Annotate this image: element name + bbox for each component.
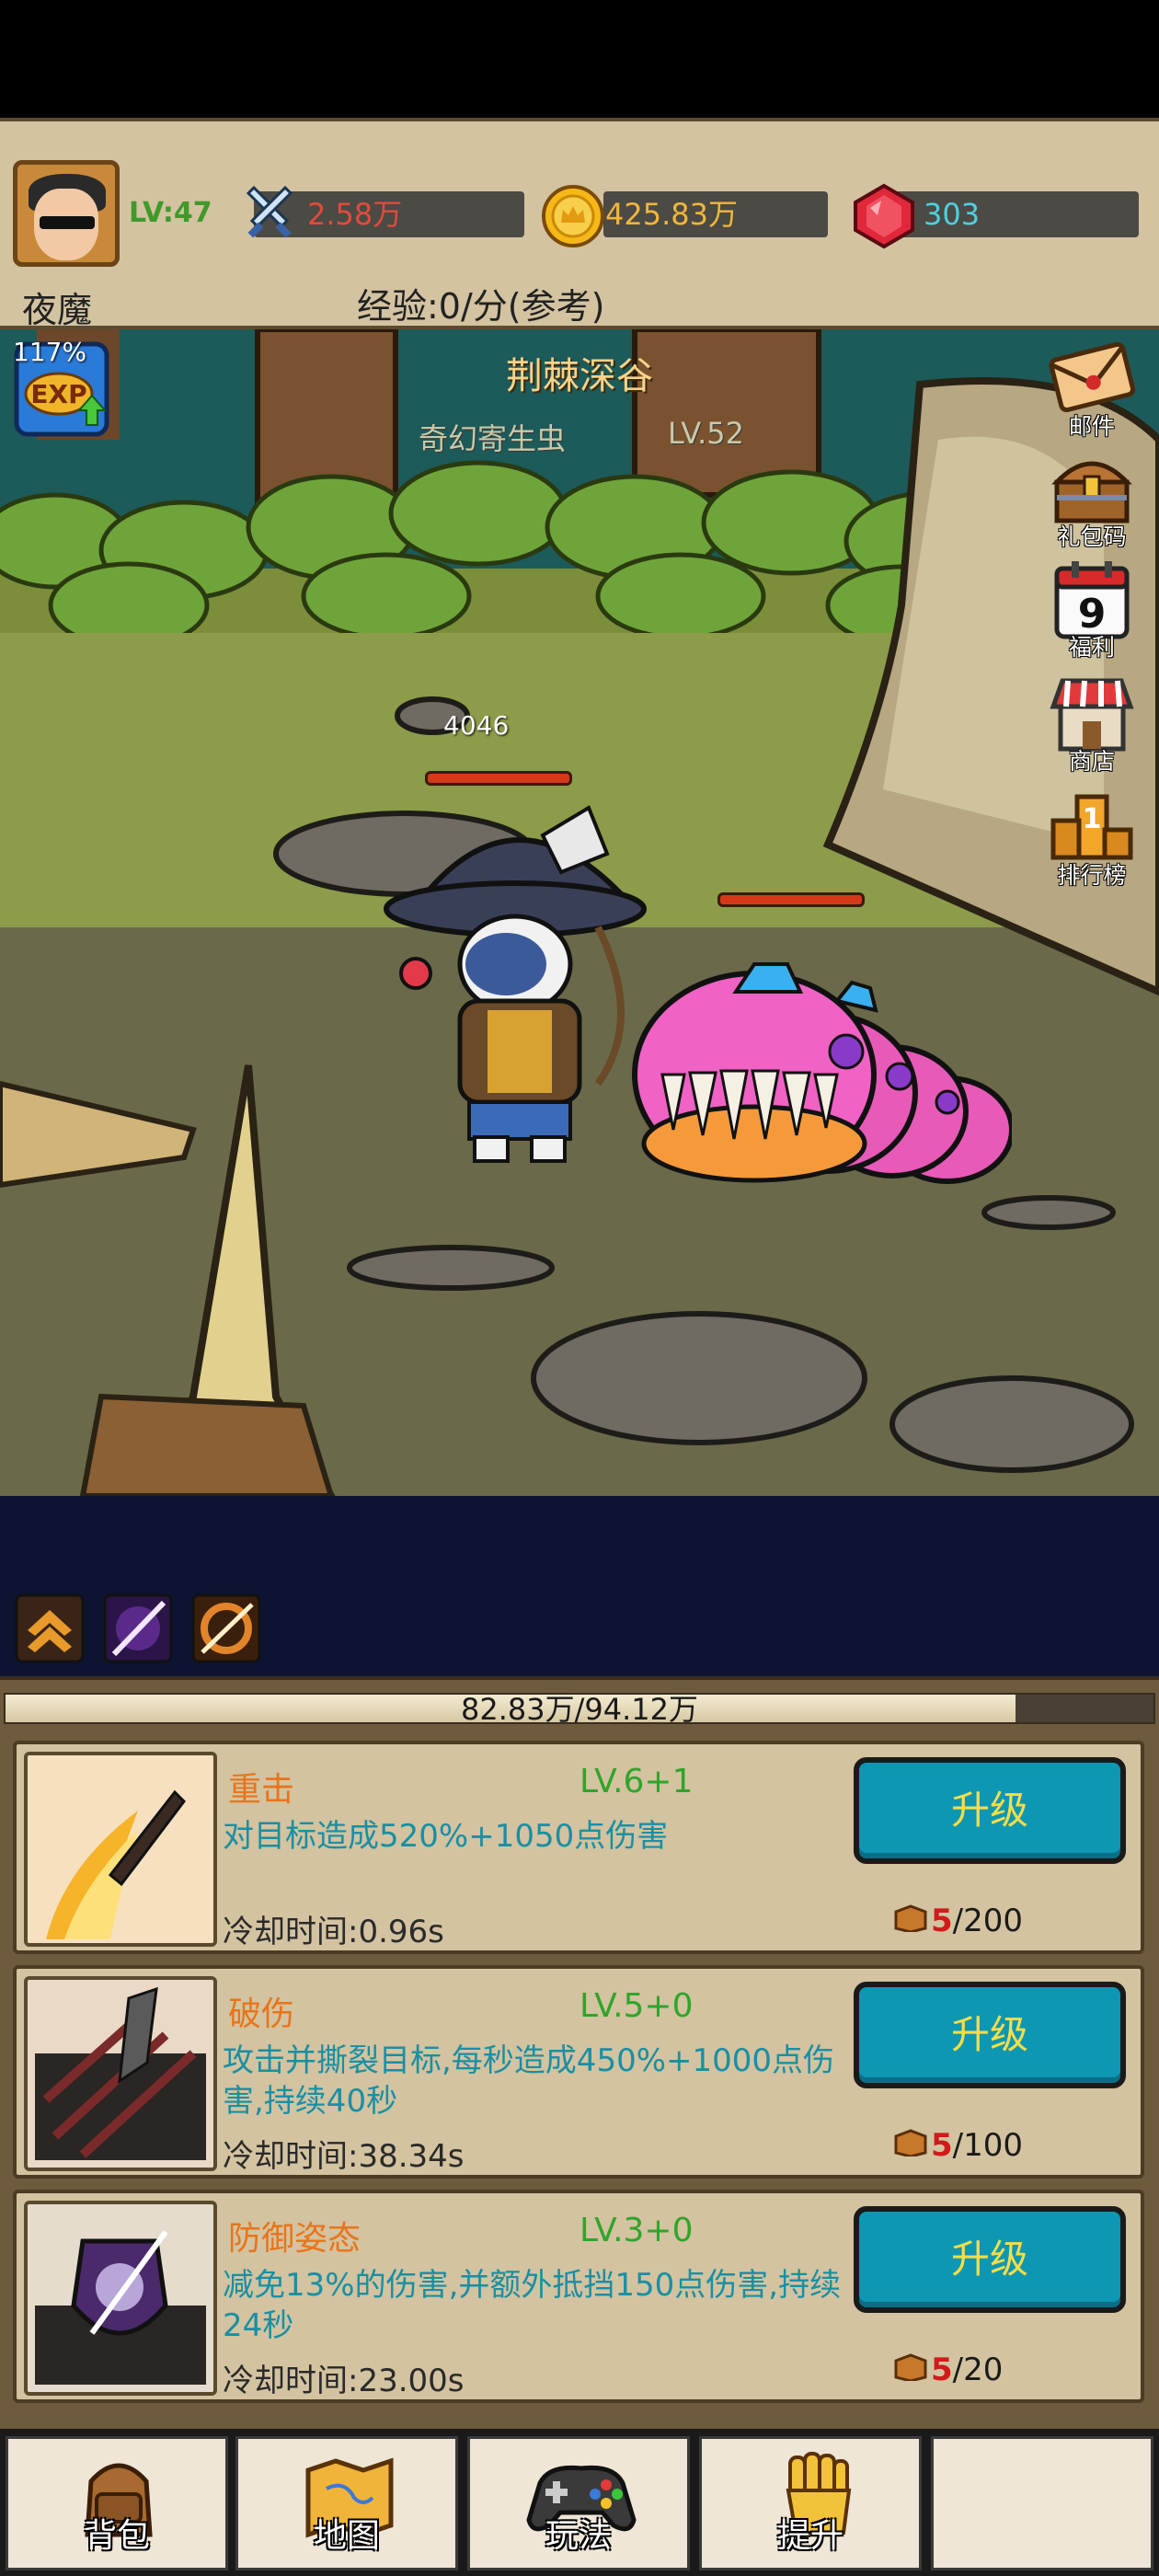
player-avatar[interactable] <box>13 160 120 267</box>
skill-cooldown: 冷却时间:38.34s <box>223 2138 465 2175</box>
enemy-level: LV.52 <box>668 416 744 451</box>
purple-slash-buff-icon[interactable] <box>103 1593 173 1663</box>
ranking-icon: 1 <box>1050 794 1133 860</box>
skill-book-icon <box>894 1904 927 1932</box>
skill-name: 破伤 <box>228 1995 295 2033</box>
skill-level: LV.6+1 <box>580 1763 694 1800</box>
enemy-name: 奇幻寄生虫 <box>419 421 567 456</box>
upgrade-cost: 5/100 <box>931 2127 1023 2164</box>
skill-icon <box>24 2201 217 2396</box>
buff-strip <box>0 1496 1159 1676</box>
cost-need: /100 <box>952 2127 1024 2164</box>
nav-upgrade[interactable]: 提升 <box>699 2436 922 2570</box>
side-menu-gift-code[interactable]: 礼包码 <box>1039 445 1144 554</box>
player-level: LV:47 <box>129 197 212 229</box>
flaming-sword-icon <box>28 1755 213 1943</box>
skill-card-heavy-strike: 重击 LV.6+1 对目标造成520%+1050点伤害 冷却时间:0.96s 升… <box>13 1741 1144 1954</box>
skill-description: 对目标造成520%+1050点伤害 <box>223 1818 669 1855</box>
skill-level: LV.3+0 <box>580 2212 694 2249</box>
rank-up-buff-icon[interactable] <box>15 1593 85 1663</box>
skill-level: LV.5+0 <box>580 1987 694 2025</box>
upgrade-button[interactable]: 升级 <box>854 1757 1126 1864</box>
side-menu-label: 商店 <box>1068 748 1115 775</box>
side-menu-shop[interactable]: 商店 <box>1039 670 1144 778</box>
side-menu-label: 排行榜 <box>1057 862 1127 889</box>
damage-number: 4046 <box>443 710 510 741</box>
nav-label: 玩法 <box>545 2517 612 2555</box>
nav-map[interactable]: 地图 <box>235 2436 458 2570</box>
skill-cooldown: 冷却时间:23.00s <box>223 2363 465 2399</box>
skill-name: 防御姿态 <box>228 2220 361 2258</box>
side-menu-ranking[interactable]: 1 排行榜 <box>1039 784 1144 892</box>
skill-description: 减免13%的伤害,并额外抵挡150点伤害,持续24秒 <box>223 2267 842 2344</box>
skill-cooldown: 冷却时间:0.96s <box>223 1914 444 1950</box>
skill-panel: 82.83万/94.12万 重击 LV.6+1 对目标造成520%+1050点伤… <box>0 1676 1159 2432</box>
player-status-bar: LV:47 夜魔 2.58万 425.83万 303 经验:0/分(参考) <box>0 118 1159 330</box>
nav-label: 提升 <box>776 2517 843 2555</box>
nav-backpack[interactable]: 背包 <box>6 2436 228 2570</box>
claw-slash-icon <box>28 1980 213 2168</box>
gift-chest-icon <box>1051 461 1132 523</box>
player-name: 夜魔 <box>22 290 93 330</box>
exp-rate-text: 经验:0/分(参考) <box>357 286 605 327</box>
svg-text:1: 1 <box>1083 803 1102 835</box>
gold-value: 425.83万 <box>605 197 738 232</box>
gem-value: 303 <box>924 197 981 232</box>
nav-empty-slot <box>931 2436 1153 2570</box>
enemy-health-bar <box>717 892 865 907</box>
cost-have: 5 <box>931 2352 953 2388</box>
crossed-swords-icon <box>246 186 293 238</box>
gem-box: 303 <box>890 191 1139 237</box>
lion-shield-icon <box>28 2204 213 2392</box>
upgrade-cost: 5/200 <box>931 1903 1023 1939</box>
side-menu-mail[interactable]: 邮件 <box>1039 335 1144 443</box>
bottom-nav: 背包 地图 玩法 提升 <box>0 2429 1159 2576</box>
side-menu-label: 福利 <box>1068 634 1115 661</box>
experience-bar: 82.83万/94.12万 <box>4 1693 1155 1724</box>
nav-label: 地图 <box>313 2517 380 2555</box>
cost-need: /200 <box>952 1903 1024 1939</box>
combat-power-value: 2.58万 <box>307 197 403 232</box>
skill-description: 攻击并撕裂目标,每秒造成450%+1000点伤害,持续40秒 <box>223 2042 835 2120</box>
skill-icon <box>24 1976 217 2171</box>
mail-icon <box>1049 341 1136 413</box>
experience-bar-text: 82.83万/94.12万 <box>460 1692 698 1727</box>
stage-name: 荆棘深谷 <box>506 355 653 397</box>
skill-card-rend: 破伤 LV.5+0 攻击并撕裂目标,每秒造成450%+1000点伤害,持续40秒… <box>13 1965 1144 2179</box>
enemy-parasite-worm <box>632 962 1012 1184</box>
nav-label: 背包 <box>83 2517 150 2555</box>
skill-card-defensive-stance: 防御姿态 LV.3+0 减免13%的伤害,并额外抵挡150点伤害,持续24秒 冷… <box>13 2190 1144 2403</box>
skill-icon <box>24 1752 217 1947</box>
nav-gameplay[interactable]: 玩法 <box>467 2436 690 2570</box>
upgrade-button[interactable]: 升级 <box>854 2206 1126 2313</box>
cost-have: 5 <box>931 1903 953 1939</box>
skill-book-icon <box>894 2129 927 2156</box>
skill-name: 重击 <box>228 1771 295 1809</box>
gold-box: 425.83万 <box>603 191 828 237</box>
battle-scene: EXP 117% 荆棘深谷 奇幻寄生虫 LV.52 4046 邮件 礼包码 9 … <box>0 329 1159 1496</box>
red-gem-icon <box>854 183 914 249</box>
cost-need: /20 <box>952 2352 1004 2388</box>
upgrade-button[interactable]: 升级 <box>854 1982 1126 2088</box>
orange-slash-buff-icon[interactable] <box>191 1593 261 1663</box>
cost-have: 5 <box>931 2127 953 2164</box>
skill-book-icon <box>894 2353 927 2381</box>
side-menu-welfare[interactable]: 9 福利 <box>1039 556 1144 664</box>
side-menu-label: 礼包码 <box>1057 523 1127 550</box>
side-menu-label: 邮件 <box>1068 413 1115 440</box>
upgrade-cost: 5/20 <box>931 2352 1003 2388</box>
gold-coin-icon <box>542 185 604 247</box>
